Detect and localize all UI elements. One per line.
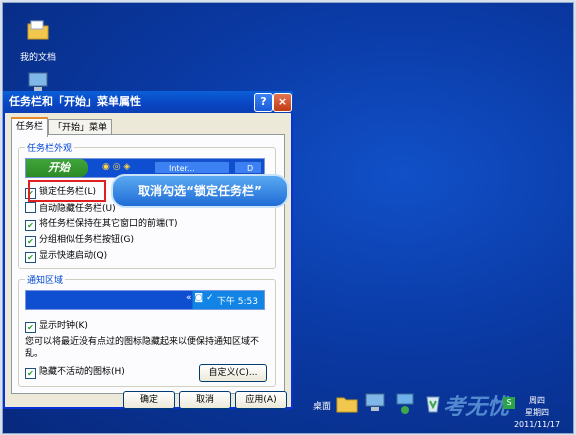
watermark: 考无忧 — [443, 395, 510, 420]
appearance-group: 任务栏外观 开始 ◉ ◎ ◈ Inter... D ✔ 锁定任务栏(L) 自动隐藏… — [18, 141, 276, 269]
checkbox-box: ✔ — [25, 368, 36, 379]
auto-hide-checkbox[interactable]: 自动隐藏任务栏(U) — [25, 202, 116, 214]
checkbox-label: 隐藏不活动的图标(H) — [39, 367, 125, 377]
clock-date: 2011/11/17 — [513, 420, 561, 429]
dialog-title-bar[interactable]: 任务栏和「开始」菜单属性 ? × — [3, 91, 293, 113]
quick-launch-checkbox[interactable]: ✔ 显示快速启动(Q) — [25, 250, 108, 263]
folder-icon — [27, 20, 49, 40]
close-button[interactable]: × — [273, 93, 292, 112]
hide-inactive-checkbox[interactable]: ✔ 隐藏不活动的图标(H) — [25, 366, 125, 379]
checkbox-box: ✔ — [25, 322, 36, 333]
lock-taskbar-highlight — [28, 180, 106, 202]
tab-panel: 任务栏外观 开始 ◉ ◎ ◈ Inter... D ✔ 锁定任务栏(L) 自动隐藏… — [11, 134, 285, 394]
tray-preview: « ◙ ✓ 下午 5:53 — [25, 290, 265, 310]
clock-day: 星期四 — [525, 408, 549, 417]
quick-launch-icon: ◉ ◎ ◈ — [102, 162, 131, 172]
tray-clock-preview: 下午 5:53 — [216, 297, 258, 307]
checkbox-box — [25, 202, 36, 213]
checkbox-box: ✔ — [25, 236, 36, 247]
folder-task-preview: D — [234, 161, 262, 174]
folder-task-label: D — [247, 164, 254, 173]
start-button-preview: 开始 — [26, 159, 88, 177]
checkbox-label: 分组相似任务栏按钮(G) — [39, 235, 134, 245]
start-button-label: 开始 — [48, 161, 70, 174]
group-buttons-checkbox[interactable]: ✔ 分组相似任务栏按钮(G) — [25, 234, 134, 247]
folder-icon[interactable] — [335, 391, 359, 415]
notification-legend: 通知区域 — [25, 273, 66, 286]
notification-description: 您可以将最近没有点过的图标隐藏起来以便保持通知区域不乱。 — [25, 337, 260, 359]
checkbox-label: 自动隐藏任务栏(U) — [39, 204, 116, 214]
network-icon[interactable] — [393, 391, 417, 415]
recycle-bin-icon[interactable] — [421, 391, 445, 415]
help-button[interactable]: ? — [254, 93, 273, 112]
taskbar-properties-dialog: 任务栏和「开始」菜单属性 ? × 任务栏 「开始」菜单 任务栏外观 开始 ◉ ◎… — [3, 91, 293, 409]
checkbox-box: ✔ — [25, 252, 36, 263]
checkbox-box: ✔ — [25, 220, 36, 231]
computer-icon[interactable] — [363, 391, 387, 415]
customize-button[interactable]: 自定义(C)... — [199, 364, 267, 382]
tray-clock[interactable]: 周四 星期四 2011/11/17 — [509, 395, 565, 431]
keep-on-top-checkbox[interactable]: ✔ 将任务栏保持在其它窗口的前端(T) — [25, 218, 178, 231]
taskbar: 桌面 考无忧 S 周四 星期四 2011/11/17 — [3, 385, 573, 433]
desktop-icon-my-documents[interactable]: 我的文档 — [3, 17, 73, 63]
desktop-toolbar-label: 桌面 — [313, 402, 332, 412]
checkbox-label: 显示时钟(K) — [39, 321, 88, 331]
task-button-label: Inter... — [169, 164, 195, 173]
desktop-icon-label: 我的文档 — [19, 53, 56, 63]
tab-taskbar[interactable]: 任务栏 — [11, 117, 49, 137]
instruction-callout: 取消勾选“锁定任务栏” — [111, 174, 289, 208]
appearance-legend: 任务栏外观 — [25, 141, 75, 154]
dialog-title: 任务栏和「开始」菜单属性 — [9, 95, 141, 108]
notification-group: 通知区域 « ◙ ✓ 下午 5:53 ✔ 显示时钟(K) 您可以将最近没有点过的图… — [18, 273, 276, 387]
show-clock-checkbox[interactable]: ✔ 显示时钟(K) — [25, 320, 88, 333]
checkbox-label: 显示快速启动(Q) — [39, 251, 108, 261]
desktop: 我的文档 任务栏和「开始」菜单属性 ? × 任务栏 「开始」菜单 任务栏外观 开… — [2, 2, 574, 434]
task-button-preview: Inter... — [154, 161, 230, 174]
tray-icons: « ◙ ✓ — [186, 293, 214, 303]
clock-time: 周四 — [529, 396, 545, 405]
checkbox-label: 将任务栏保持在其它窗口的前端(T) — [39, 219, 178, 229]
